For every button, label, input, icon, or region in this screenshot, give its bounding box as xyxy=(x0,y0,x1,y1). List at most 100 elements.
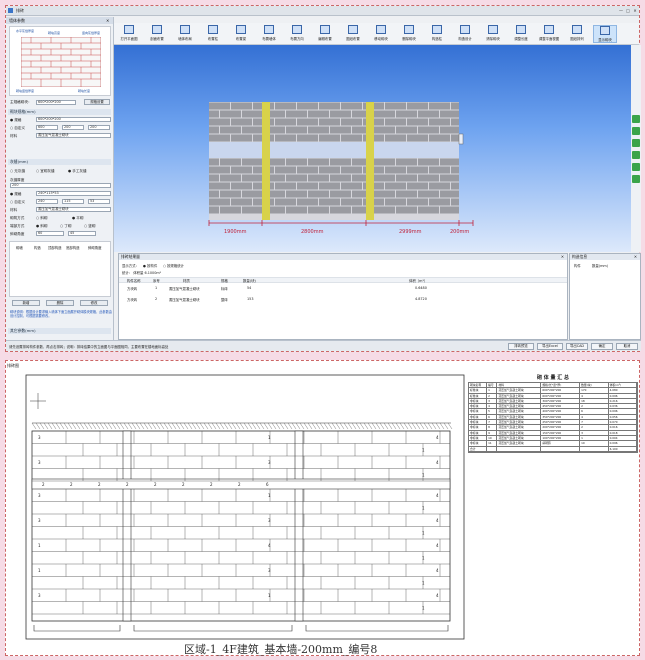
show-by-spec-radio[interactable]: ○ 按规格统计 xyxy=(163,263,184,268)
lay-direction-diagonal[interactable]: ○ 斜砌 xyxy=(36,215,47,221)
add-button[interactable]: 新增 xyxy=(12,300,40,306)
spec-settings-button[interactable]: 规格设置 xyxy=(84,99,110,105)
end-option-header[interactable]: ○ 丁砌 xyxy=(60,223,71,229)
summary-cell: 600*200*200 xyxy=(541,388,581,393)
mortar-std-select[interactable]: 240*115*53 xyxy=(36,191,111,196)
ok-button[interactable]: 确定 xyxy=(591,343,613,350)
end-option-vertical[interactable]: ○ 竖砌 xyxy=(84,223,95,229)
angle-input-2[interactable]: 45 xyxy=(68,231,96,236)
spec-std-radio[interactable]: ● 规格 xyxy=(10,117,21,123)
other-params-section[interactable]: 其它参数(mm) xyxy=(8,328,111,334)
ribbon-button[interactable]: 调整长度 xyxy=(509,25,533,43)
mortar-custom-height[interactable]: 53 xyxy=(88,199,110,204)
mortar-custom-radio[interactable]: ○ 自定义 xyxy=(10,199,25,205)
app-icon xyxy=(8,8,13,13)
spec-std-select[interactable]: 600*200*200 xyxy=(36,117,111,122)
table-row[interactable]: 方块砖 1 蒸压加气混凝土砌块 标砖 54 0.6480 xyxy=(119,286,567,294)
summary-cell: 4 xyxy=(580,393,609,398)
brick xyxy=(330,190,351,198)
ribbon-button[interactable]: 剖面布置 xyxy=(145,25,169,43)
panel-header: 墙体参数 ✕ xyxy=(6,17,113,24)
brick xyxy=(297,198,318,206)
ribbon-button[interactable]: 布置墙体 xyxy=(257,25,281,43)
ribbon-button[interactable]: 图纸排列 xyxy=(565,25,589,43)
spec-custom-width[interactable]: 200 xyxy=(62,125,84,130)
zoom-out-icon[interactable] xyxy=(632,163,640,171)
result-close-icon[interactable]: ✕ xyxy=(561,254,564,260)
brick xyxy=(275,198,296,206)
mortar-custom-width[interactable]: 115 xyxy=(62,199,84,204)
angle-input[interactable]: 60 xyxy=(36,231,64,236)
maximize-button[interactable]: □ xyxy=(625,8,631,13)
mortar-option-manual[interactable]: ● 手工灰缝 xyxy=(68,168,87,174)
view-cube-icon[interactable] xyxy=(632,115,640,123)
ribbon-button[interactable]: 移动砌块 xyxy=(369,25,393,43)
pan-icon[interactable] xyxy=(632,139,640,147)
brick xyxy=(330,174,351,182)
summary-cell: 蒸压加气混凝土砌块 xyxy=(497,441,542,446)
lay-direction-flat[interactable]: ● 平砌 xyxy=(72,215,83,221)
mortar-thickness-input[interactable]: 200 xyxy=(10,183,111,188)
brick xyxy=(341,166,362,174)
mortar-material-select[interactable]: 蒸压加气混凝土砌块 xyxy=(36,207,111,212)
panel-close-icon[interactable]: ✕ xyxy=(106,18,109,23)
summary-cell: 体积(m³) xyxy=(609,383,637,388)
ribbon-button[interactable]: 编辑布置 xyxy=(313,25,337,43)
ribbon-button[interactable]: 构造设计 xyxy=(453,25,477,43)
modify-button[interactable]: 修改 xyxy=(80,300,108,306)
end-option-label: 斜砌 xyxy=(40,224,48,228)
spec-custom-height[interactable]: 200 xyxy=(88,125,110,130)
mortar-custom-length[interactable]: 240 xyxy=(36,199,58,204)
ribbon-button[interactable]: 删除砌块 xyxy=(397,25,421,43)
spec-custom-radio[interactable]: ○ 自定义 xyxy=(10,125,25,131)
zoom-in-icon[interactable] xyxy=(632,151,640,159)
material-select[interactable]: 蒸压加气混凝土砌块 xyxy=(36,133,111,138)
3d-viewport[interactable]: 1900mm 2800mm 2999mm 200mm xyxy=(114,45,631,252)
rotate-icon[interactable] xyxy=(632,127,640,135)
minimize-button[interactable]: — xyxy=(618,8,624,13)
cancel-button[interactable]: 取消 xyxy=(616,343,638,350)
ribbon-button[interactable]: 构造柱 xyxy=(425,25,449,43)
block-spec-section[interactable]: 砌块规格(mm) xyxy=(8,109,111,115)
ribbon-button[interactable]: 清除砌块 xyxy=(481,25,505,43)
mortar-option-suitable[interactable]: ○ 宜砌灰缝 xyxy=(36,168,55,174)
export-excel-button[interactable]: 导出Excel xyxy=(537,343,563,350)
fit-view-icon[interactable] xyxy=(632,175,640,183)
construct-col-header[interactable]: 顶部构造 xyxy=(48,245,62,250)
construct-col-header[interactable]: 斜砌角度 xyxy=(88,245,102,250)
show-by-component-radio[interactable]: ● 按构件 xyxy=(143,263,157,268)
construct-col-header[interactable]: 构造 xyxy=(34,245,41,250)
construct-col-header[interactable]: 砌墙 xyxy=(16,245,23,250)
mortar-std-radio[interactable]: ● 规格 xyxy=(10,191,21,197)
main-block-select[interactable]: 600*200*200 xyxy=(36,100,76,105)
ribbon-button[interactable]: 布置梁 xyxy=(229,25,253,43)
spec-custom-length[interactable]: 600 xyxy=(36,125,58,130)
end-option-diagonal[interactable]: ● 斜砌 xyxy=(36,223,47,229)
ribbon-button[interactable]: 显示砌块 xyxy=(593,25,617,43)
mortar-option-none[interactable]: ○ 无灰缝 xyxy=(10,168,25,174)
construct-col-header[interactable]: 底部构造 xyxy=(66,245,80,250)
delete-button[interactable]: 删除 xyxy=(46,300,74,306)
export-cad-button[interactable]: 导出CAD xyxy=(566,343,588,350)
close-button[interactable]: ✕ xyxy=(632,8,638,13)
brick xyxy=(308,158,329,166)
brick xyxy=(286,126,307,134)
table-row[interactable]: 方块砖 2 蒸压加气混凝土砌块 整砖 153 4.8720 xyxy=(119,297,567,305)
summary-cell: 0.096 xyxy=(609,409,637,414)
ribbon-button[interactable]: 打开平面图 xyxy=(117,25,141,43)
ribbon-button[interactable]: 布置方向 xyxy=(285,25,309,43)
preview-button[interactable]: 排砖预览 xyxy=(508,343,534,350)
brick xyxy=(407,134,428,142)
ribbon-button[interactable]: 墙体布局 xyxy=(173,25,197,43)
preview-label: 水平灰缝厚度 xyxy=(16,29,35,33)
ribbon-button[interactable]: 布置柱 xyxy=(201,25,225,43)
mortar-section[interactable]: 灰缝(mm) xyxy=(8,159,111,165)
result-col-header: 序号 xyxy=(153,279,160,283)
ribbon-button[interactable]: 调整平面视图 xyxy=(537,25,561,43)
material-summary-table: 砌 体 量 汇 总 砌块名称 编号 材料 规格(长*宽*厚) 数量(块) 体积(m³) 标准… xyxy=(468,374,638,453)
ribbon-button[interactable]: 图纸布置 xyxy=(341,25,365,43)
construct-info-close-icon[interactable]: ✕ xyxy=(634,254,637,260)
summary-cell: 6 xyxy=(487,414,498,420)
construct-info-pane: 构造信息 ✕ 构件 数量(mm) xyxy=(569,253,641,340)
summary-cell: 4 xyxy=(580,414,609,420)
